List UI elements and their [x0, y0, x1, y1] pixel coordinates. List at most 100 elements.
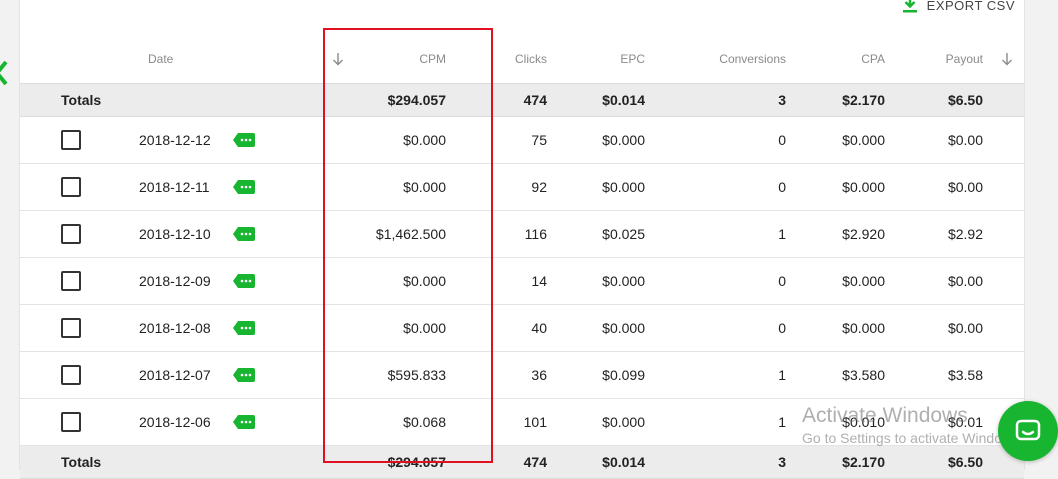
- tag-icon[interactable]: [233, 352, 255, 398]
- table-row[interactable]: 2018-12-07 $595.833 36 $0.099 1 $3.580 $…: [20, 352, 1024, 399]
- column-header-date[interactable]: Date: [148, 34, 208, 83]
- table-row[interactable]: 2018-12-10 $1,462.500 116 $0.025 1 $2.92…: [20, 211, 1024, 258]
- stats-table: Date CPM Clicks EPC Conversions CPA Payo…: [20, 34, 1024, 479]
- row-clicks: 14: [531, 273, 547, 289]
- row-cpa: $0.000: [842, 273, 885, 289]
- row-payout: $3.58: [947, 367, 983, 383]
- row-cpa: $0.000: [842, 179, 885, 195]
- row-conversions: 1: [778, 226, 786, 242]
- totals-epc: $0.014: [602, 92, 645, 108]
- totals-payout: $6.50: [947, 454, 983, 470]
- column-header-clicks[interactable]: Clicks: [480, 34, 547, 83]
- row-cpa: $0.000: [842, 132, 885, 148]
- row-epc: $0.000: [602, 320, 645, 336]
- totals-epc: $0.014: [602, 454, 645, 470]
- totals-conversions: 3: [778, 92, 786, 108]
- table-row[interactable]: 2018-12-08 $0.000 40 $0.000 0 $0.000 $0.…: [20, 305, 1024, 352]
- row-checkbox[interactable]: [61, 130, 81, 150]
- chat-widget-button[interactable]: [998, 401, 1058, 461]
- tag-icon[interactable]: [233, 164, 255, 210]
- row-checkbox[interactable]: [61, 318, 81, 338]
- table-row[interactable]: 2018-12-11 $0.000 92 $0.000 0 $0.000 $0.…: [20, 164, 1024, 211]
- column-header-payout[interactable]: Payout: [930, 34, 983, 83]
- row-date: 2018-12-10: [139, 226, 211, 242]
- row-date: 2018-12-12: [139, 132, 211, 148]
- row-conversions: 0: [778, 273, 786, 289]
- totals-cpm: $294.057: [387, 454, 446, 470]
- export-csv-label: EXPORT CSV: [926, 0, 1015, 13]
- row-clicks: 36: [531, 367, 547, 383]
- row-date: 2018-12-09: [139, 273, 211, 289]
- row-epc: $0.099: [602, 367, 645, 383]
- totals-conversions: 3: [778, 454, 786, 470]
- totals-label: Totals: [61, 92, 102, 108]
- row-payout: $0.00: [947, 179, 983, 195]
- row-payout: $0.00: [947, 273, 983, 289]
- table-header-row: Date CPM Clicks EPC Conversions CPA Payo…: [20, 34, 1024, 84]
- row-epc: $0.000: [602, 273, 645, 289]
- sort-desc-icon[interactable]: [1001, 34, 1017, 83]
- table-row[interactable]: 2018-12-06 $0.068 101 $0.000 1 $0.010 $0…: [20, 399, 1024, 446]
- chat-icon: [1015, 419, 1041, 441]
- row-checkbox[interactable]: [61, 224, 81, 244]
- row-cpa: $3.580: [842, 367, 885, 383]
- row-cpm: $595.833: [387, 367, 446, 383]
- totals-cpm: $294.057: [387, 92, 446, 108]
- totals-label: Totals: [61, 454, 102, 470]
- tag-icon[interactable]: [233, 399, 255, 445]
- tag-icon[interactable]: [233, 305, 255, 351]
- row-cpa: $0.010: [842, 414, 885, 430]
- report-panel: EXPORT CSV Date CPM Clicks EPC Conversio…: [19, 0, 1025, 479]
- row-date: 2018-12-07: [139, 367, 211, 383]
- download-icon: [902, 0, 917, 13]
- row-date: 2018-12-08: [139, 320, 211, 336]
- row-payout: $0.00: [947, 320, 983, 336]
- row-epc: $0.000: [602, 414, 645, 430]
- chevron-left-icon[interactable]: [0, 60, 8, 86]
- row-clicks: 116: [524, 226, 547, 242]
- column-header-conversions[interactable]: Conversions: [700, 34, 786, 83]
- row-checkbox[interactable]: [61, 271, 81, 291]
- row-cpm: $0.068: [403, 414, 446, 430]
- row-cpm: $0.000: [403, 320, 446, 336]
- row-payout: $0.00: [947, 132, 983, 148]
- totals-row: Totals $294.057 474 $0.014 3 $2.170 $6.5…: [20, 446, 1024, 479]
- column-header-cpa[interactable]: CPA: [820, 34, 885, 83]
- totals-payout: $6.50: [947, 92, 983, 108]
- row-cpm: $0.000: [403, 132, 446, 148]
- row-clicks: 101: [523, 414, 547, 430]
- totals-row: Totals $294.057 474 $0.014 3 $2.170 $6.5…: [20, 84, 1024, 117]
- table-row[interactable]: 2018-12-09 $0.000 14 $0.000 0 $0.000 $0.…: [20, 258, 1024, 305]
- row-conversions: 0: [778, 132, 786, 148]
- row-checkbox[interactable]: [61, 365, 81, 385]
- row-epc: $0.000: [602, 132, 645, 148]
- export-csv-button[interactable]: EXPORT CSV: [902, 0, 1015, 13]
- row-date: 2018-12-06: [139, 414, 211, 430]
- column-header-epc[interactable]: EPC: [580, 34, 645, 83]
- table-row[interactable]: 2018-12-12 $0.000 75 $0.000 0 $0.000 $0.…: [20, 117, 1024, 164]
- row-conversions: 0: [778, 320, 786, 336]
- row-conversions: 0: [778, 179, 786, 195]
- tag-icon[interactable]: [233, 211, 255, 257]
- tag-icon[interactable]: [233, 258, 255, 304]
- column-header-cpm[interactable]: CPM: [350, 34, 446, 83]
- row-epc: $0.025: [602, 226, 645, 242]
- row-cpm: $0.000: [403, 179, 446, 195]
- row-conversions: 1: [778, 414, 786, 430]
- row-payout: $0.01: [947, 414, 983, 430]
- sort-desc-icon[interactable]: [332, 34, 348, 83]
- row-checkbox[interactable]: [61, 177, 81, 197]
- row-conversions: 1: [778, 367, 786, 383]
- row-clicks: 75: [531, 132, 547, 148]
- tag-icon[interactable]: [233, 117, 255, 163]
- row-epc: $0.000: [602, 179, 645, 195]
- row-date: 2018-12-11: [139, 179, 210, 195]
- totals-clicks: 474: [523, 454, 547, 470]
- row-checkbox[interactable]: [61, 412, 81, 432]
- row-cpa: $2.920: [842, 226, 885, 242]
- row-clicks: 92: [531, 179, 547, 195]
- totals-clicks: 474: [523, 92, 547, 108]
- row-cpm: $0.000: [403, 273, 446, 289]
- row-payout: $2.92: [947, 226, 983, 242]
- row-cpm: $1,462.500: [375, 226, 446, 242]
